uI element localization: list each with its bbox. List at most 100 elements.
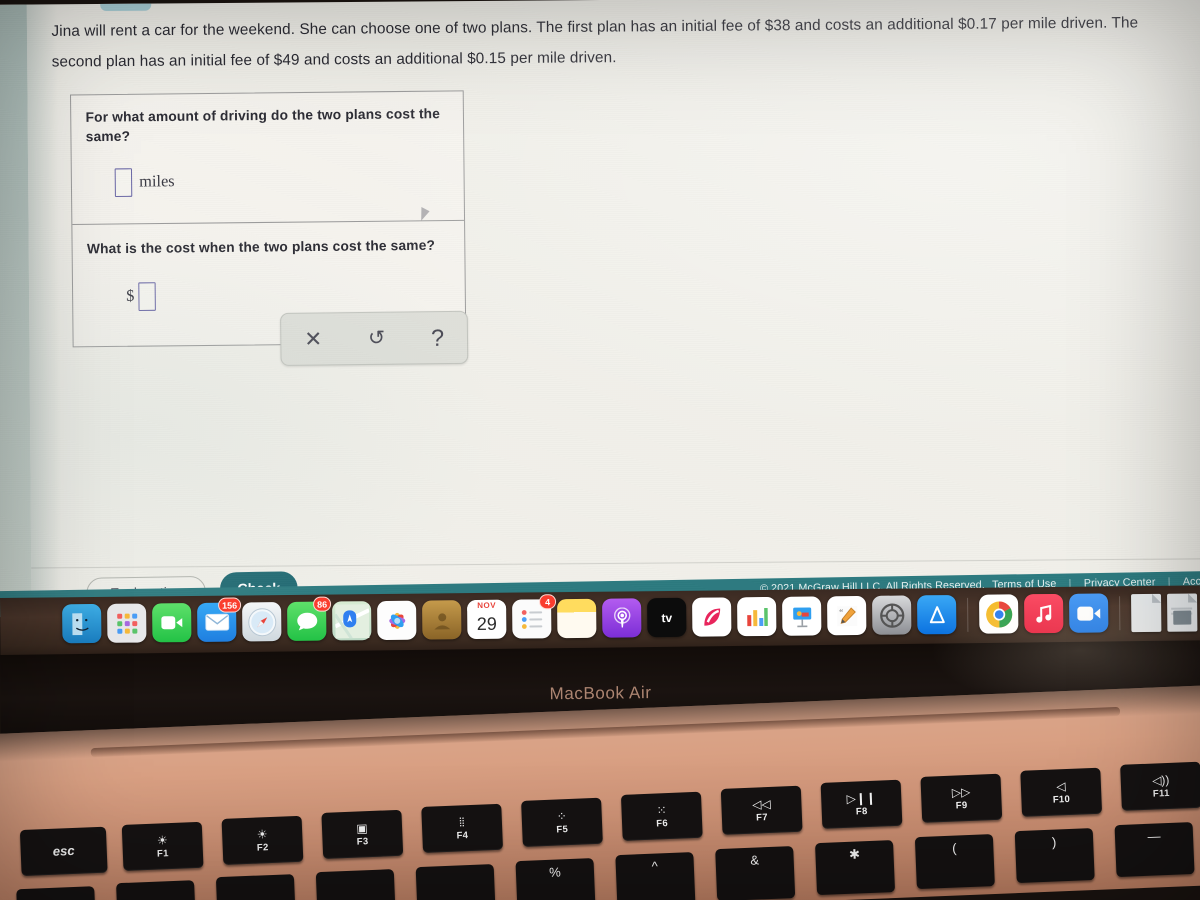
asterisk-key[interactable]: ✱: [815, 840, 896, 896]
launchpad-key-icon: ⦙⦙: [458, 814, 465, 829]
blank-key-1[interactable]: [16, 886, 97, 900]
problem-statement: Jina will rent a car for the weekend. Sh…: [51, 14, 1139, 71]
numbers-icon[interactable]: [737, 596, 777, 637]
mute-key[interactable]: ◁ F10: [1020, 767, 1103, 817]
maps-icon[interactable]: [332, 601, 372, 641]
next-track-key[interactable]: ▷▷ F9: [920, 773, 1003, 823]
dollar-sign-label: $: [126, 287, 135, 306]
answer-one-row: miles: [114, 165, 450, 197]
previous-track-key[interactable]: ◁◁ F7: [720, 785, 803, 835]
esc-key[interactable]: esc: [19, 826, 108, 877]
file-thumbnail-1[interactable]: [1131, 593, 1162, 633]
dock-separator-files: [1119, 595, 1121, 630]
svg-text:“: “: [839, 607, 843, 617]
news-icon[interactable]: [692, 597, 732, 637]
volume-down-key[interactable]: ◁)) F11: [1120, 761, 1200, 811]
caret-key[interactable]: ^: [615, 852, 696, 900]
question-one-cell: For what amount of driving do the two pl…: [71, 91, 465, 225]
mail-icon[interactable]: 156: [197, 597, 242, 642]
f9-label: F9: [955, 799, 968, 811]
f5-label: F5: [556, 823, 569, 836]
kb-brightness-up-icon: ⁙: [656, 802, 667, 818]
file-thumbnail-2[interactable]: [1167, 593, 1198, 632]
question-two-text: What is the cost when the two plans cost…: [86, 237, 436, 257]
launchpad-key[interactable]: ⦙⦙ F4: [421, 803, 504, 853]
open-paren-key-label: (: [951, 840, 957, 856]
laptop-photo: Jina will rent a car for the weekend. Sh…: [0, 0, 1200, 900]
f4-label: F4: [456, 829, 469, 842]
mute-icon: ◁: [1056, 778, 1066, 793]
pages-icon[interactable]: “: [827, 595, 867, 636]
calendar-icon[interactable]: NOV 29: [467, 599, 507, 640]
brightness-up-key[interactable]: ☀ F2: [221, 815, 304, 865]
reminders-icon[interactable]: 4: [512, 594, 557, 639]
facetime-icon[interactable]: [152, 602, 192, 643]
browser-screen: Jina will rent a car for the weekend. Sh…: [0, 0, 1200, 617]
keyboard-brightness-up-key[interactable]: ⁙ F6: [620, 791, 703, 841]
miles-unit-label: miles: [139, 172, 175, 191]
launchpad-icon[interactable]: [107, 603, 147, 643]
f10-label: F10: [1052, 793, 1071, 806]
brightness-down-key[interactable]: ☀ F1: [121, 821, 204, 871]
ampersand-key[interactable]: &: [715, 846, 796, 900]
undo-icon[interactable]: ↺: [368, 327, 385, 350]
dock-separator: [967, 597, 969, 632]
f11-label: F11: [1152, 787, 1170, 800]
podcasts-icon[interactable]: [602, 598, 642, 638]
esc-key-label: esc: [52, 842, 75, 859]
minus-key-label: —: [1147, 828, 1161, 844]
browser-tab-indicator[interactable]: [100, 0, 152, 12]
tool-palette: ✕ ↺ ?: [280, 310, 469, 366]
calendar-month-label: NOV: [467, 599, 507, 612]
keynote-icon[interactable]: [782, 596, 822, 636]
percent-key-label: %: [548, 864, 562, 880]
next-track-icon: ▷▷: [951, 784, 971, 800]
appletv-icon[interactable]: tv: [647, 597, 687, 638]
system-preferences-icon[interactable]: [872, 595, 912, 635]
blank-key-3[interactable]: [215, 874, 296, 900]
brightness-down-icon: ☀: [156, 832, 169, 848]
f8-label: F8: [855, 805, 868, 818]
answer-card: For what amount of driving do the two pl…: [69, 90, 467, 348]
f7-label: F7: [755, 811, 768, 824]
f6-label: F6: [656, 817, 669, 830]
contacts-icon[interactable]: [422, 600, 462, 640]
open-paren-key[interactable]: (: [914, 834, 995, 890]
play-pause-icon: ▷❙❙: [846, 790, 877, 806]
percent-key[interactable]: %: [515, 858, 596, 900]
mission-control-key[interactable]: ▣ F3: [321, 809, 404, 859]
calendar-day-label: 29: [476, 613, 497, 635]
notes-icon[interactable]: [557, 598, 597, 639]
help-icon[interactable]: ?: [431, 324, 444, 351]
blank-key-2[interactable]: [116, 880, 197, 900]
ampersand-key-label: &: [750, 852, 760, 868]
blank-key-4[interactable]: [315, 869, 396, 900]
caret-key-label: ^: [651, 858, 659, 874]
reminders-badge: 4: [538, 594, 557, 610]
question-one-text: For what amount of driving do the two pl…: [85, 105, 441, 145]
clear-icon[interactable]: ✕: [304, 327, 322, 351]
music-icon[interactable]: [1024, 593, 1064, 634]
f2-label: F2: [256, 841, 269, 854]
app-store-icon[interactable]: [917, 594, 957, 635]
photos-icon[interactable]: [377, 600, 417, 641]
messages-icon[interactable]: 86: [287, 596, 332, 641]
kb-brightness-down-icon: ⁘: [556, 808, 568, 824]
answer-two-row: $: [126, 279, 451, 311]
safari-icon[interactable]: [242, 602, 282, 642]
play-pause-key[interactable]: ▷❙❙ F8: [820, 779, 903, 829]
cost-input[interactable]: [138, 282, 156, 311]
close-paren-key-label: ): [1051, 834, 1057, 850]
finder-icon[interactable]: [62, 603, 102, 644]
blank-key-5[interactable]: [415, 864, 496, 900]
f1-label: F1: [156, 847, 169, 860]
f3-label: F3: [356, 835, 369, 848]
minus-key[interactable]: —: [1114, 822, 1195, 878]
close-paren-key[interactable]: ): [1014, 828, 1095, 884]
previous-track-icon: ◁◁: [751, 796, 771, 812]
zoom-icon[interactable]: [1069, 593, 1109, 633]
miles-input[interactable]: [114, 168, 133, 197]
keyboard-brightness-down-key[interactable]: ⁘ F5: [521, 797, 603, 847]
action-bar-divider: [31, 558, 1200, 569]
chrome-icon[interactable]: [979, 594, 1019, 634]
